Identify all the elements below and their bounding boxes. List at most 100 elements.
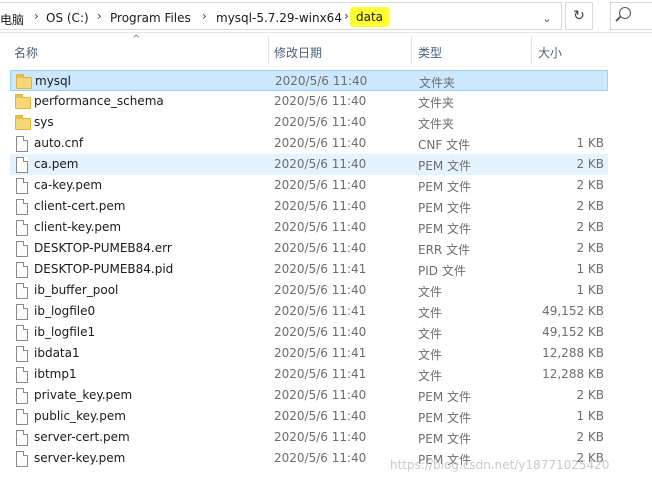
file-type: 文件: [418, 306, 443, 320]
table-row[interactable]: auto.cnf 2020/5/6 11:40 CNF 文件 1 KB: [10, 133, 608, 154]
file-icon: [15, 241, 29, 257]
sort-up-icon: ^: [132, 34, 141, 45]
file-icon: [15, 199, 29, 215]
breadcrumb-program-files[interactable]: Program Files: [110, 11, 191, 25]
modified-date: 2020/5/6 11:41: [274, 346, 367, 360]
file-name: client-cert.pem: [34, 199, 126, 213]
chevron-right-icon[interactable]: ›: [344, 9, 349, 23]
file-name: ib_logfile0: [34, 304, 96, 318]
table-row[interactable]: ibdata1 2020/5/6 11:41 文件 12,288 KB: [10, 343, 608, 364]
file-name: client-key.pem: [34, 220, 122, 234]
address-bar: 电脑 › OS (C:) › Program Files › mysql-5.7…: [0, 0, 652, 33]
file-name: server-key.pem: [34, 451, 126, 465]
table-row[interactable]: client-key.pem 2020/5/6 11:40 PEM 文件 2 KB: [10, 217, 608, 238]
file-icon: [15, 304, 29, 320]
column-size[interactable]: 大小: [538, 44, 562, 61]
table-row[interactable]: client-cert.pem 2020/5/6 11:40 PEM 文件 2 KB: [10, 196, 608, 217]
file-name: performance_schema: [34, 94, 164, 108]
chevron-right-icon[interactable]: ›: [34, 9, 39, 23]
search-icon: [619, 7, 631, 19]
file-type: PEM 文件: [418, 222, 471, 236]
file-name: auto.cnf: [34, 136, 84, 150]
table-row[interactable]: server-cert.pem 2020/5/6 11:40 PEM 文件 2 KB: [10, 427, 608, 448]
table-row[interactable]: private_key.pem 2020/5/6 11:40 PEM 文件 2 KB: [10, 385, 608, 406]
file-type: 文件: [418, 348, 443, 362]
file-name: mysql: [35, 74, 71, 88]
file-type: 文件夹: [418, 96, 455, 110]
file-size: 2 KB: [576, 220, 604, 234]
folder-icon: [15, 115, 31, 130]
table-row[interactable]: DESKTOP-PUMEB84.err 2020/5/6 11:40 ERR 文件 2…: [10, 238, 608, 259]
file-icon: [15, 136, 29, 152]
modified-date: 2020/5/6 11:40: [274, 157, 367, 171]
file-type: 文件夹: [418, 117, 455, 131]
table-row[interactable]: public_key.pem 2020/5/6 11:40 PEM 文件 1 KB: [10, 406, 608, 427]
chevron-right-icon[interactable]: ›: [202, 9, 207, 23]
refresh-button[interactable]: ↻: [565, 2, 593, 30]
breadcrumb[interactable]: 电脑 › OS (C:) › Program Files › mysql-5.7…: [0, 2, 562, 30]
breadcrumb-drive[interactable]: OS (C:): [46, 11, 89, 25]
file-icon: [15, 325, 29, 341]
table-row[interactable]: ibtmp1 2020/5/6 11:41 文件 12,288 KB: [10, 364, 608, 385]
file-type: PEM 文件: [418, 411, 471, 425]
modified-date: 2020/5/6 11:40: [274, 409, 367, 423]
file-size: 49,152 KB: [542, 304, 604, 318]
file-name: server-cert.pem: [34, 430, 130, 444]
file-name: ca.pem: [34, 157, 79, 171]
file-icon: [15, 220, 29, 236]
file-name: ca-key.pem: [34, 178, 103, 192]
modified-date: 2020/5/6 11:40: [274, 115, 367, 129]
file-name: ib_buffer_pool: [34, 283, 119, 297]
file-icon: [15, 409, 29, 425]
modified-date: 2020/5/6 11:40: [274, 178, 367, 192]
modified-date: 2020/5/6 11:40: [274, 94, 367, 108]
modified-date: 2020/5/6 11:41: [274, 304, 367, 318]
file-type: PEM 文件: [418, 159, 471, 173]
file-size: 2 KB: [576, 430, 604, 444]
table-row[interactable]: mysql 2020/5/6 11:40 文件夹: [10, 70, 608, 91]
file-size: 2 KB: [576, 388, 604, 402]
column-divider[interactable]: [268, 36, 269, 64]
table-row[interactable]: performance_schema 2020/5/6 11:40 文件夹: [10, 91, 608, 112]
modified-date: 2020/5/6 11:41: [274, 367, 367, 381]
chevron-down-icon[interactable]: ⌄: [536, 9, 558, 29]
column-divider[interactable]: [411, 36, 412, 64]
breadcrumb-mysql[interactable]: mysql-5.7.29-winx64: [216, 11, 342, 25]
watermark: https://blog.csdn.net/y18771025420: [390, 458, 610, 472]
file-name: ib_logfile1: [34, 325, 96, 339]
table-row[interactable]: ib_buffer_pool 2020/5/6 11:40 文件 1 KB: [10, 280, 608, 301]
column-name[interactable]: 名称: [14, 44, 38, 61]
file-icon: [15, 157, 29, 173]
table-row[interactable]: sys 2020/5/6 11:40 文件夹: [10, 112, 608, 133]
folder-icon: [16, 74, 32, 89]
column-type[interactable]: 类型: [418, 44, 442, 61]
search-input[interactable]: [610, 2, 652, 30]
table-row[interactable]: ca-key.pem 2020/5/6 11:40 PEM 文件 2 KB: [10, 175, 608, 196]
modified-date: 2020/5/6 11:40: [274, 199, 367, 213]
file-icon: [15, 451, 29, 467]
column-header: ^ 名称 修改日期 类型 大小: [0, 34, 652, 64]
file-icon: [15, 430, 29, 446]
modified-date: 2020/5/6 11:40: [275, 74, 368, 88]
file-size: 1 KB: [576, 136, 604, 150]
modified-date: 2020/5/6 11:40: [274, 136, 367, 150]
chevron-right-icon[interactable]: ›: [97, 9, 102, 23]
file-size: 2 KB: [576, 241, 604, 255]
table-row[interactable]: ca.pem 2020/5/6 11:40 PEM 文件 2 KB: [10, 154, 608, 175]
file-size: 1 KB: [576, 283, 604, 297]
table-row[interactable]: DESKTOP-PUMEB84.pid 2020/5/6 11:41 PID 文件 1…: [10, 259, 608, 280]
file-size: 12,288 KB: [542, 346, 604, 360]
column-divider[interactable]: [531, 36, 532, 64]
file-type: PEM 文件: [418, 390, 471, 404]
file-size: 12,288 KB: [542, 367, 604, 381]
modified-date: 2020/5/6 11:40: [274, 283, 367, 297]
breadcrumb-data[interactable]: data: [350, 7, 390, 27]
column-date[interactable]: 修改日期: [274, 44, 322, 61]
breadcrumb-pc[interactable]: 电脑: [0, 11, 24, 28]
file-size: 49,152 KB: [542, 325, 604, 339]
file-icon: [15, 388, 29, 404]
table-row[interactable]: ib_logfile0 2020/5/6 11:41 文件 49,152 KB: [10, 301, 608, 322]
file-type: 文件: [418, 327, 443, 341]
modified-date: 2020/5/6 11:40: [274, 325, 367, 339]
table-row[interactable]: ib_logfile1 2020/5/6 11:40 文件 49,152 KB: [10, 322, 608, 343]
